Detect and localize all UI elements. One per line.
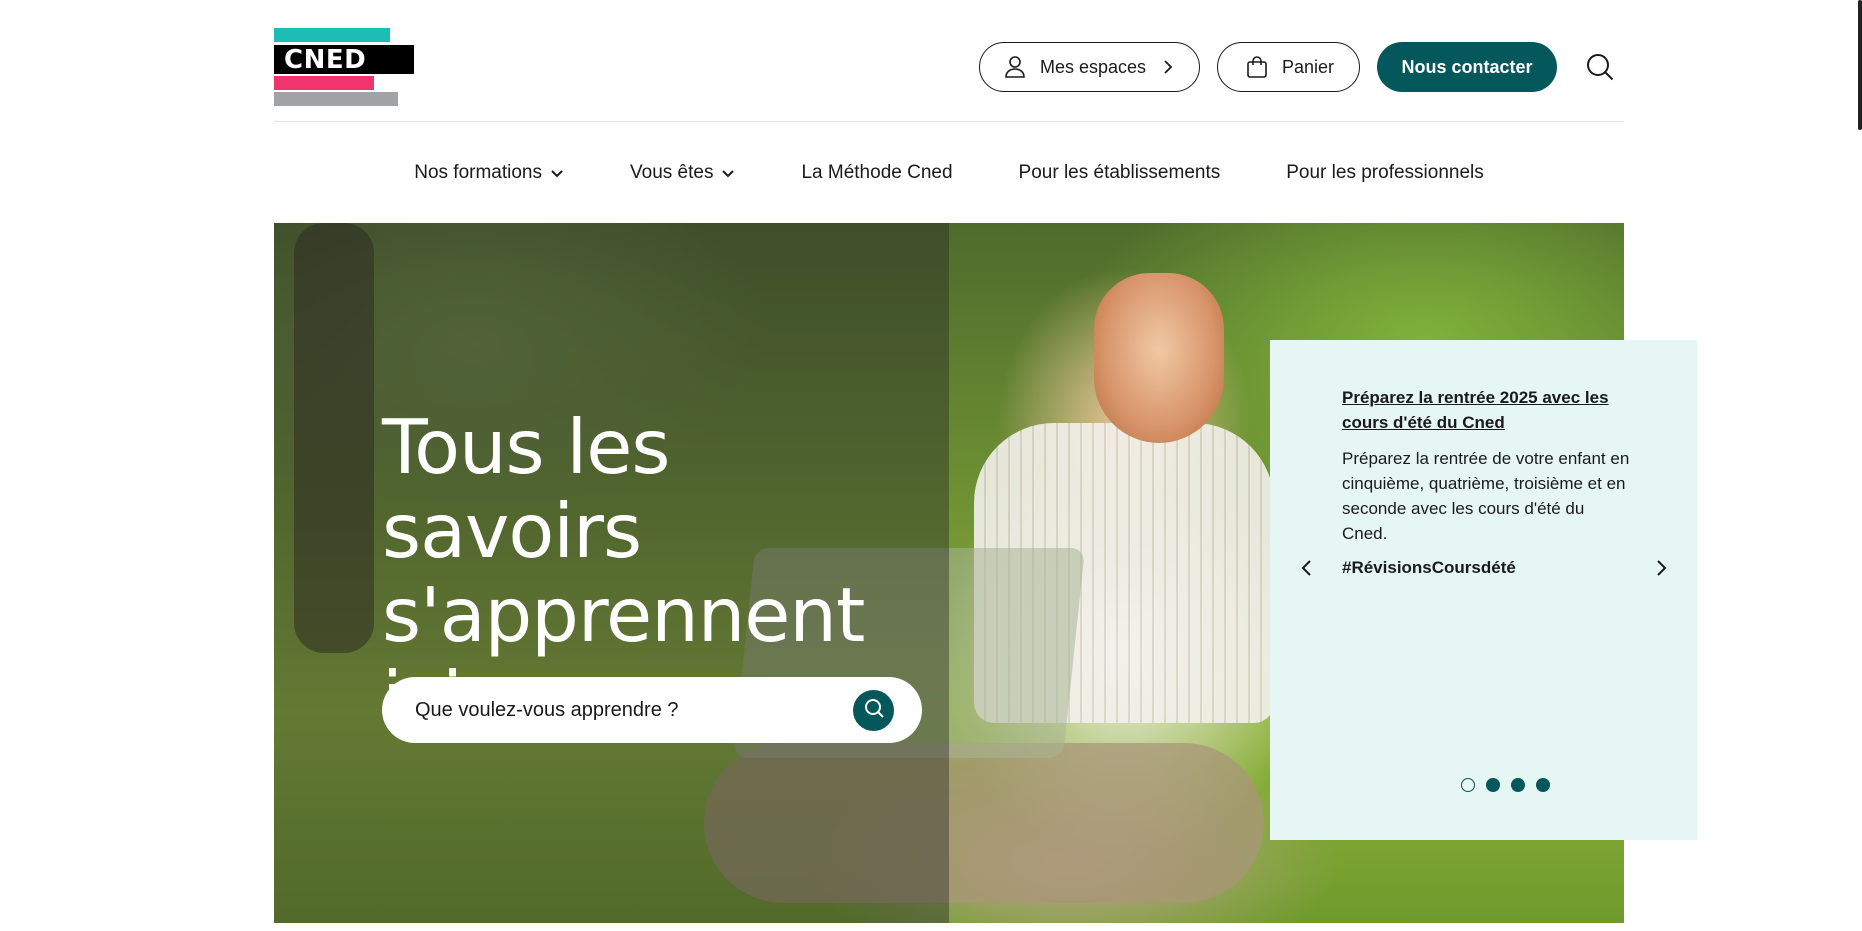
carousel-dot[interactable]: [1461, 778, 1475, 792]
carousel-prev-button[interactable]: [1295, 558, 1317, 582]
cned-logo[interactable]: CNED: [274, 28, 414, 108]
nav-item-label: Pour les établissements: [1018, 162, 1221, 183]
main-nav: Nos formations Vous êtes La Méthode Cned…: [274, 150, 1624, 196]
news-carousel: Préparez la rentrée 2025 avec les cours …: [1270, 340, 1697, 840]
hero-photo-head: [1094, 273, 1224, 443]
chevron-right-icon: [1656, 559, 1668, 582]
logo-grey-bar: [274, 92, 398, 106]
carousel-dot[interactable]: [1511, 778, 1525, 792]
nav-item-etablissements[interactable]: Pour les établissements: [1019, 150, 1221, 196]
carousel-next-button[interactable]: [1651, 558, 1673, 582]
chevron-down-icon: [721, 166, 735, 180]
logo-pink-bar: [274, 76, 374, 90]
panier-button[interactable]: Panier: [1217, 42, 1360, 92]
mes-espaces-label: Mes espaces: [1040, 56, 1147, 77]
nav-item-label: La Méthode Cned: [801, 162, 953, 183]
nav-item-label: Nos formations: [414, 162, 543, 183]
panier-label: Panier: [1282, 56, 1335, 77]
nav-item-nos-formations[interactable]: Nos formations: [414, 150, 564, 196]
search-icon: [863, 697, 885, 724]
nous-contacter-button[interactable]: Nous contacter: [1377, 42, 1557, 92]
carousel-dot[interactable]: [1486, 778, 1500, 792]
carousel-slide-text: Préparez la rentrée de votre enfant en c…: [1342, 449, 1630, 543]
chevron-down-icon: [550, 166, 564, 180]
nav-item-professionnels[interactable]: Pour les professionnels: [1286, 150, 1484, 196]
logo-wordmark: CNED: [284, 45, 367, 75]
page-scrollbar[interactable]: [1858, 0, 1862, 130]
hero-search-button[interactable]: [853, 690, 894, 731]
carousel-slide-title[interactable]: Préparez la rentrée 2025 avec les cours …: [1342, 385, 1632, 435]
logo-teal-bar: [274, 28, 390, 42]
shopping-bag-icon: [1244, 54, 1270, 80]
chevron-right-icon: [1160, 59, 1176, 75]
nav-item-methode-cned[interactable]: La Méthode Cned: [801, 150, 952, 196]
hero-search-input[interactable]: [415, 698, 835, 722]
mes-espaces-button[interactable]: Mes espaces: [979, 42, 1200, 92]
hero-search-bar: [382, 677, 922, 743]
site-header: CNED Mes espaces Panier Nous contacter: [274, 0, 1624, 122]
chevron-left-icon: [1300, 559, 1312, 582]
carousel-dots: [1461, 778, 1550, 792]
nav-item-label: Pour les professionnels: [1286, 162, 1484, 183]
carousel-dot[interactable]: [1536, 778, 1550, 792]
user-icon: [1002, 54, 1028, 80]
search-icon[interactable]: [1585, 52, 1615, 82]
carousel-slide-tag: #RévisionsCoursdété: [1342, 558, 1516, 577]
nav-item-label: Vous êtes: [630, 162, 714, 183]
nav-item-vous-etes[interactable]: Vous êtes: [630, 150, 735, 196]
hero-title-line-1: Tous les savoirs: [382, 403, 670, 575]
